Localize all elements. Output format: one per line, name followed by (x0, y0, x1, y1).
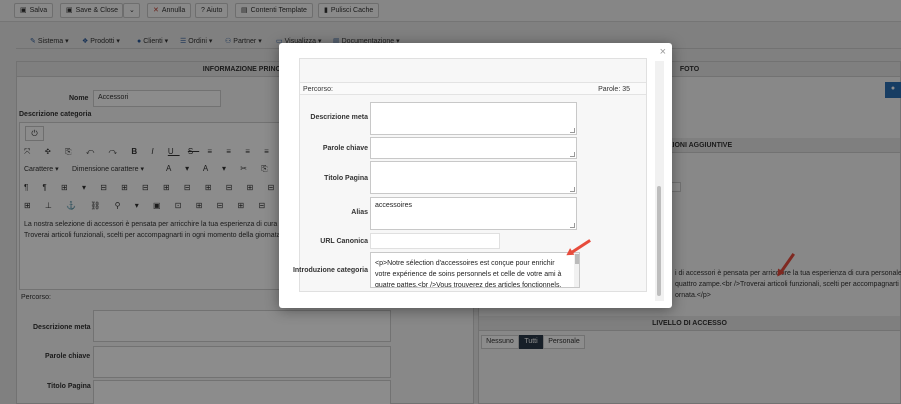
canonical-url-label: URL Canonica (320, 238, 368, 245)
page-title-textarea[interactable] (370, 161, 577, 194)
category-intro-textarea[interactable]: <p>Notre sélection d'accessoires est con… (370, 252, 580, 288)
modal-form: Percorso: Parole: 35 Descrizione meta Pa… (293, 58, 647, 292)
close-icon[interactable]: × (660, 46, 666, 58)
meta-label: Descrizione meta (310, 114, 368, 121)
seo-modal: × Percorso: Parole: 35 Descrizione meta … (279, 43, 672, 308)
modal-path-bar: Percorso: Parole: 35 (300, 82, 646, 95)
word-count: Parole: 35 (598, 86, 630, 93)
resize-handle-icon[interactable] (570, 187, 575, 192)
modal-scrollbar[interactable] (655, 61, 664, 301)
intro-scrollbar[interactable] (574, 253, 579, 287)
intro-scrollbar-thumb[interactable] (574, 254, 579, 264)
modal-scrollbar-thumb[interactable] (657, 186, 661, 296)
category-intro-label: Introduzione categoria (292, 267, 368, 274)
resize-handle-icon[interactable] (570, 223, 575, 228)
resize-handle-icon[interactable] (570, 152, 575, 157)
keywords-label: Parole chiave (322, 145, 368, 152)
canonical-url-input[interactable] (370, 233, 500, 249)
page-title-label: Titolo Pagina (324, 175, 368, 182)
modal-path-label: Percorso: (303, 86, 333, 93)
alias-textarea[interactable]: accessoires (370, 197, 577, 230)
resize-handle-icon[interactable] (570, 128, 575, 133)
meta-textarea[interactable] (370, 102, 577, 135)
alias-label: Alias (351, 209, 368, 216)
keywords-textarea[interactable] (370, 137, 577, 159)
